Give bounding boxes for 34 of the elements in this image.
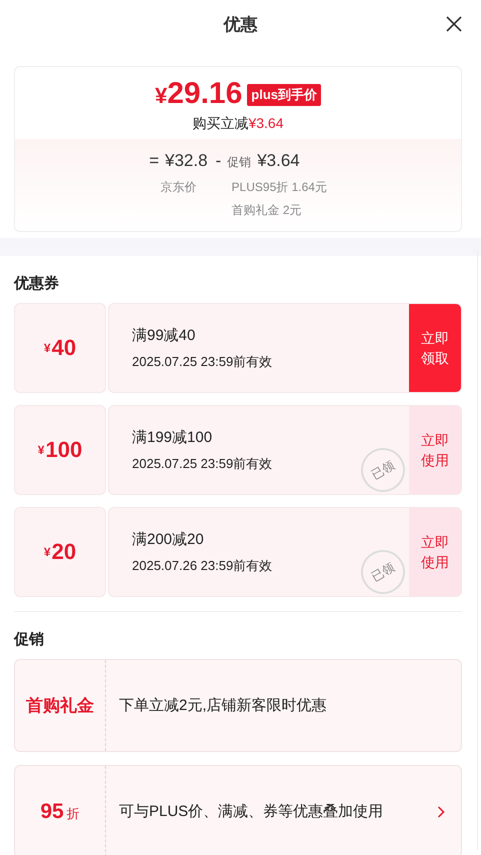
coupon-amount: ¥40 (14, 303, 106, 393)
price-badge: plus到手价 (247, 84, 322, 106)
close-icon[interactable] (446, 16, 462, 32)
promo-detail: PLUS95折 1.64元 (230, 179, 327, 196)
use-button[interactable]: 立即使用 (409, 406, 461, 494)
coupon-validity: 2025.07.25 23:59前有效 (132, 454, 272, 472)
promo-amount: ¥3.64 (257, 151, 300, 171)
coupon-condition: 满200减20 (132, 530, 204, 548)
coupon-condition: 满199减100 (132, 428, 212, 446)
promotion-description: 可与PLUS价、满减、券等优惠叠加使用 (119, 802, 384, 821)
saving-text: 购买立减¥3.64 (192, 115, 284, 133)
minus-sign: - (216, 151, 222, 171)
coupon-condition: 满99减40 (132, 326, 196, 344)
section-title: 优惠券 (12, 274, 60, 294)
promo-detail: 首购礼金 2元 (230, 202, 303, 219)
promotion-card[interactable]: 95 折 可与PLUS价、满减、券等优惠叠加使用 (14, 765, 462, 855)
coupon-amount: ¥20 (14, 507, 106, 597)
chevron-right-icon[interactable] (437, 806, 445, 818)
use-button[interactable]: 立即使用 (409, 508, 461, 596)
base-price: ¥32.8 (165, 151, 208, 171)
section-title: 促销 (12, 630, 45, 650)
final-price: ¥29.16 (154, 77, 242, 112)
discount-value: 95 折 (40, 800, 80, 824)
promo-label: 促销 (227, 154, 252, 171)
equals-sign: = (149, 151, 159, 171)
coupon-validity: 2025.07.25 23:59前有效 (132, 352, 272, 370)
dialog-title: 优惠 (224, 14, 258, 36)
promotion-card[interactable]: 首购礼金 下单立减2元,店铺新客限时优惠 (14, 659, 462, 752)
promotion-label: 首购礼金 (26, 695, 94, 717)
promotion-description: 下单立减2元,店铺新客限时优惠 (119, 696, 327, 715)
coupon-validity: 2025.07.26 23:59前有效 (132, 556, 272, 574)
base-price-label: 京东价 (160, 179, 196, 196)
coupon-amount: ¥100 (14, 405, 106, 495)
claim-button[interactable]: 立即领取 (409, 304, 461, 392)
